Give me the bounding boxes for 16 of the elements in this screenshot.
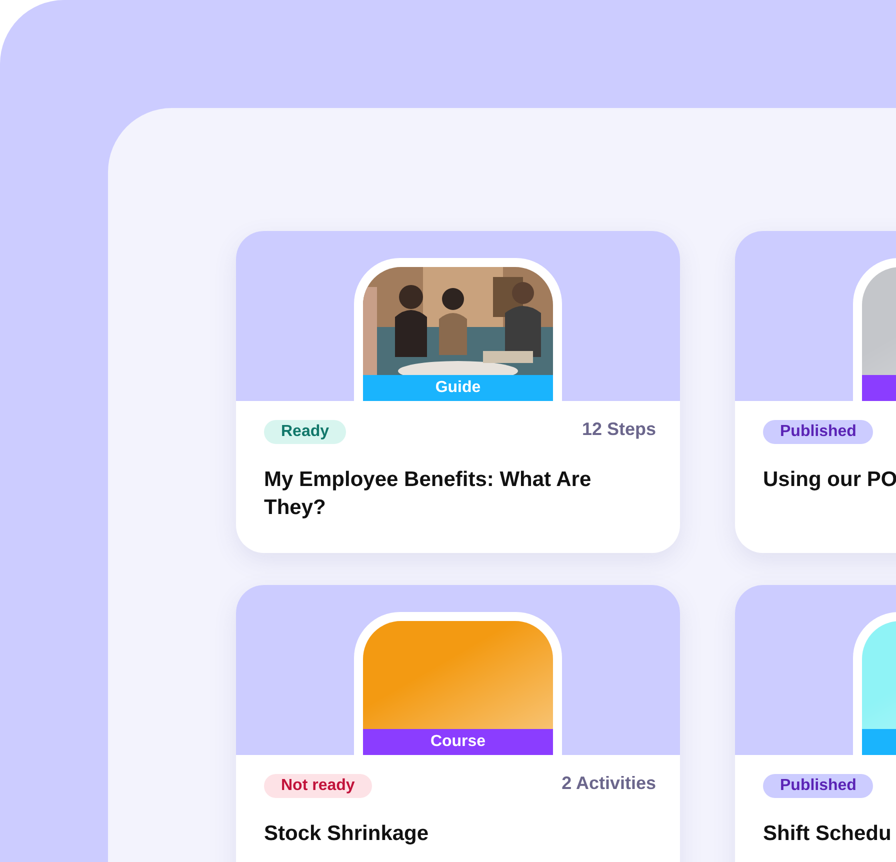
item-count: 12 Steps — [582, 418, 656, 440]
card-title: Stock Shrinkage — [264, 821, 430, 847]
status-badge: Published — [763, 420, 874, 444]
course-card[interactable]: Published Shift Schedu — [735, 585, 896, 862]
card-title: Using our PO — [763, 467, 896, 493]
card-title: My Employee Benefits: What Are They? — [264, 467, 592, 521]
status-badge: Ready — [264, 420, 346, 444]
item-count: 2 Activities — [562, 772, 656, 794]
status-badge: Published — [763, 774, 874, 798]
course-card[interactable]: Published Using our PO — [735, 231, 896, 553]
type-label: Guide — [363, 375, 553, 401]
status-badge: Not ready — [264, 774, 372, 798]
card-title: Shift Schedu — [763, 821, 892, 847]
type-label: Course — [363, 729, 553, 755]
course-card[interactable]: Guide Ready 12 Steps My Employee Benefits: What Are They? — [236, 231, 680, 553]
course-card[interactable]: Course Not ready 2 Activities Stock Shrinkage — [236, 585, 680, 862]
